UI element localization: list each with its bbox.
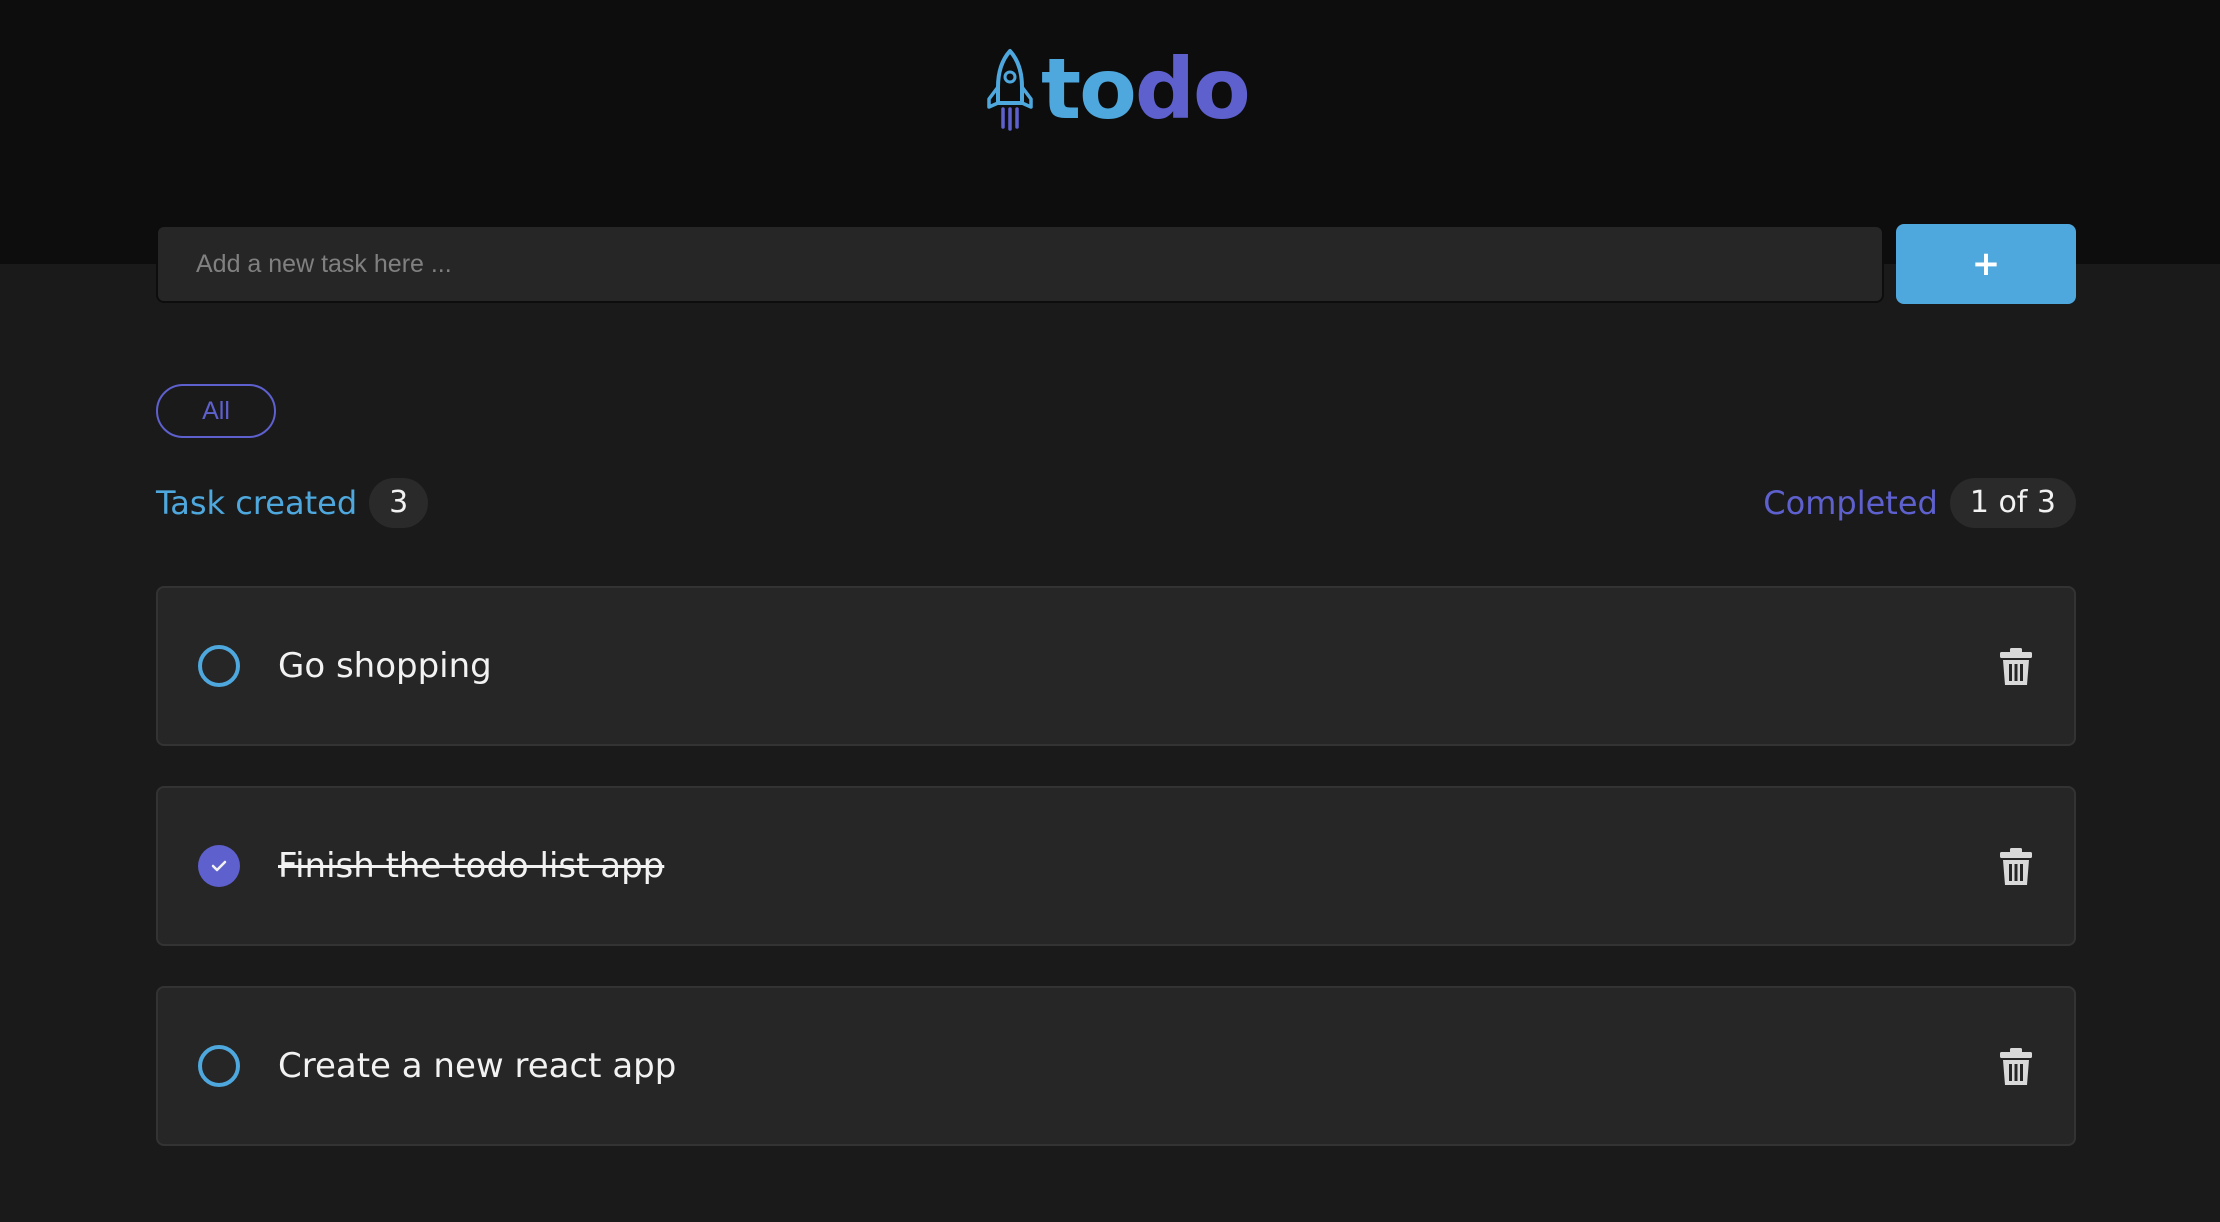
completed-stat: Completed 1 of 3 <box>1763 478 2076 528</box>
task-checkbox-checked[interactable] <box>198 845 240 887</box>
delete-task-button[interactable] <box>1998 1047 2034 1087</box>
new-task-input[interactable] <box>156 225 1884 303</box>
task-text: Create a new react app <box>278 1046 677 1086</box>
delete-task-button[interactable] <box>1998 847 2034 887</box>
task-created-stat: Task created 3 <box>156 478 429 528</box>
task-created-label: Task created <box>156 484 358 522</box>
logo: to do <box>985 40 1251 138</box>
add-task-button[interactable]: + <box>1896 224 2076 304</box>
task-created-count: 3 <box>369 478 429 528</box>
task-list: Go shopping Finish the todo list app Cre… <box>156 586 2076 1186</box>
completed-count: 1 of 3 <box>1949 478 2076 528</box>
task-checkbox[interactable] <box>198 645 240 687</box>
rocket-icon <box>987 49 1033 131</box>
filter-all-button[interactable]: All <box>156 384 276 438</box>
task-item: Go shopping <box>156 586 2076 746</box>
app-title-part-2: do <box>1134 40 1251 138</box>
task-text: Finish the todo list app <box>278 846 665 886</box>
check-icon <box>211 860 227 872</box>
delete-task-button[interactable] <box>1998 647 2034 687</box>
task-item: Finish the todo list app <box>156 786 2076 946</box>
plus-icon: + <box>1971 244 2001 284</box>
task-text: Go shopping <box>278 646 492 686</box>
trash-icon <box>2000 1048 2032 1085</box>
app-title-part-1: to <box>1041 40 1137 138</box>
task-item: Create a new react app <box>156 986 2076 1146</box>
completed-label: Completed <box>1763 484 1938 522</box>
trash-icon <box>2000 848 2032 885</box>
trash-icon <box>2000 648 2032 685</box>
task-checkbox[interactable] <box>198 1045 240 1087</box>
app-title: to do <box>1041 40 1251 138</box>
